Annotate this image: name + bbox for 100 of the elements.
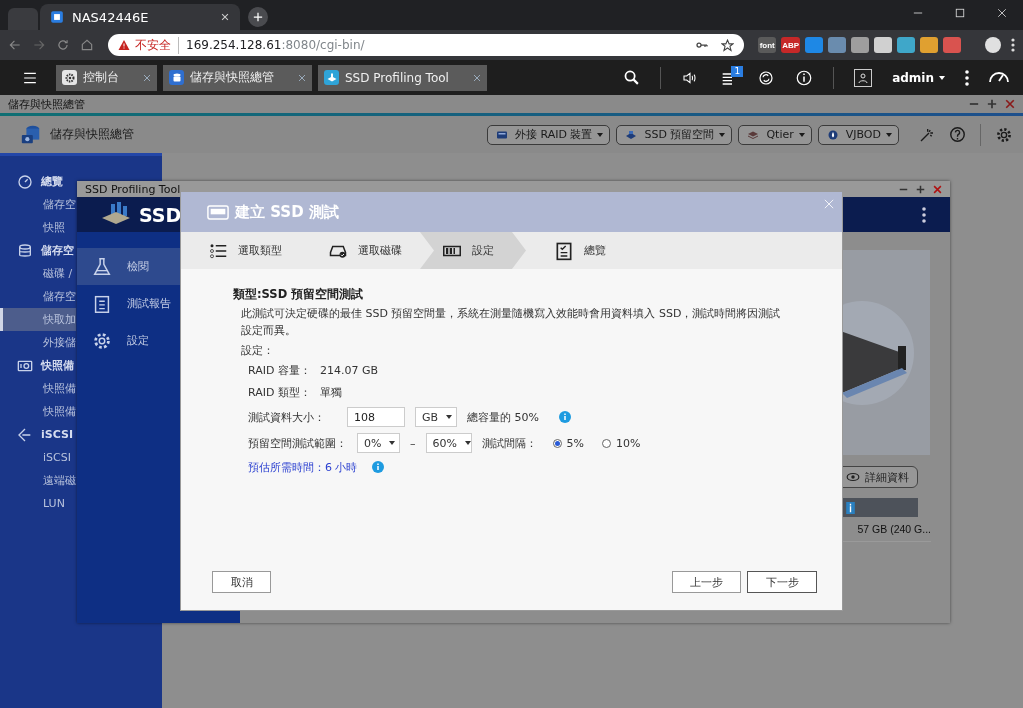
description-text: 此測試可決定硬碟的最佳 SSD 預留空間量，系統在測量隨機寫入效能時會用資料填入 SSD，測試時間將因測試設定而異。 [241,306,782,339]
menu-icon [22,70,38,85]
app-tab[interactable]: 控制台 [56,64,157,91]
sidebar-group[interactable]: iSCSI [41,428,73,441]
field-label: 測試間隔： [481,435,537,451]
app-tab[interactable]: SSD Profiling Tool [318,64,487,91]
app-title: 儲存與快照總管 [50,126,134,143]
close-icon [143,73,151,82]
more-icon [922,206,926,223]
sidebar-group[interactable]: 快照備 [41,358,74,373]
wand-icon [919,126,935,143]
toolbar-dropdown[interactable]: VJBOD [817,124,899,145]
forward-icon [32,38,46,52]
plus-icon [916,184,925,194]
reload-icon [56,38,70,52]
plus-icon [987,99,997,109]
security-label: 不安全 [135,36,179,54]
toolbar-dropdown[interactable]: 外接 RAID 裝置 [487,124,611,145]
capacity-note: 總容量的 50% [467,409,539,425]
close-icon [997,8,1007,18]
range-from-dropdown[interactable]: 0% [357,433,400,453]
extension-icon[interactable] [897,37,916,53]
interval-radio[interactable]: 10% [601,436,641,450]
sidebar-item[interactable]: 快照備 [0,377,76,400]
sidebar-group[interactable]: 儲存空 [41,243,74,258]
ssd-label-icon [207,204,229,220]
person-icon [857,71,870,84]
url-host: 169.254.128.61 [185,38,282,52]
notification-badge: 1 [731,65,744,77]
app-tab[interactable]: 儲存與快照總管 [163,64,312,91]
type-heading: 類型:SSD 預留空間測試 [233,286,365,303]
extension-icon[interactable] [851,37,870,53]
more-icon [1011,38,1015,52]
wizard-step[interactable]: 選取磁碟 [300,232,420,269]
site-icon [50,10,64,24]
sidebar-item[interactable]: 快照 [0,216,76,239]
url-path: :8080/cgi-bin/ [281,38,365,52]
field-value: 單獨 [320,385,342,401]
field-label: RAID 容量： [248,363,312,379]
browser-tab[interactable]: NAS42446E [40,4,240,30]
maximize-icon [955,8,965,18]
estimate-text: 預估所需時間：6 小時 [248,459,358,475]
sidebar-item[interactable]: iSCSI [0,446,76,469]
gear-icon [63,71,76,84]
dashboard-icon [989,72,1009,83]
size-input[interactable]: 108 [347,407,405,427]
help-icon [949,126,966,143]
extension-icon[interactable] [874,37,893,53]
range-separator: – [410,436,416,450]
info-icon [371,461,384,473]
app-title: SSD [139,203,182,226]
field-value: 214.07 GB [320,363,379,379]
sidebar-item[interactable]: LUN [0,492,76,515]
field-label: 測試資料大小： [248,409,326,425]
sidebar-item[interactable]: 快取加 [0,308,76,331]
eye-icon [846,472,860,482]
info-icon [558,411,571,423]
toolbar-dropdown[interactable]: SSD 預留空間 [616,124,733,145]
close-icon [824,199,834,209]
sidebar-item[interactable]: 快照備 [0,400,76,423]
extension-icon[interactable] [828,37,847,53]
back-icon [8,38,22,52]
warning-icon [118,39,130,51]
toolbar-dropdown[interactable]: Qtier [738,124,812,145]
close-icon [220,12,230,22]
field-label: 預留空間測試範圍： [248,435,347,451]
new-tab-button[interactable] [248,7,268,27]
info-icon [795,68,814,87]
range-to-dropdown[interactable]: 60% [425,433,472,453]
back-button[interactable]: 上一步 [672,571,741,593]
address-bar[interactable]: 不安全 169.254.128.61:8080/cgi-bin/ [108,34,745,56]
sync-icon [757,68,776,87]
search-icon [623,69,641,86]
profile-avatar[interactable] [985,37,1001,53]
sidebar-item[interactable]: 磁碟 / [0,262,76,285]
sidebar-group[interactable]: 總覽 [41,174,63,189]
extension-icon[interactable] [920,37,939,53]
cancel-button[interactable]: 取消 [212,571,271,593]
interval-radio[interactable]: 5% [552,436,584,450]
checklist-icon [554,240,574,261]
settings-label: 設定： [241,343,275,359]
close-icon [298,73,306,82]
sidebar-item[interactable]: 儲存空 [0,193,76,216]
next-button[interactable]: 下一步 [747,571,817,593]
extension-icon[interactable] [805,37,824,53]
user-icon[interactable] [854,68,873,87]
sidebar-item[interactable]: 遠端磁 [0,469,76,492]
close-icon [933,184,942,194]
wizard-step[interactable]: 設定 [420,232,526,269]
settings-icon [995,125,1013,144]
sidebar-item[interactable]: 外接儲 [0,331,76,354]
gauge-icon [17,173,33,190]
star-icon [721,38,735,52]
unit-dropdown[interactable]: GB [415,407,457,427]
wizard-step[interactable]: 總覽 [526,232,624,269]
extension-button[interactable]: ABP [781,37,801,53]
close-icon [1005,99,1015,109]
sidebar-item[interactable]: 儲存空 [0,285,76,308]
user-menu[interactable]: admin [892,70,945,85]
extension-button[interactable]: font [758,37,777,53]
